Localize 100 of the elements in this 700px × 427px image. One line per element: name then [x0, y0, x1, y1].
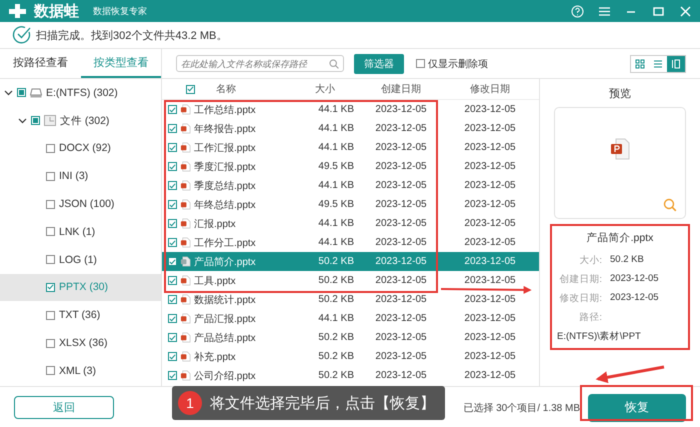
modified-date: 2023-12-05: [464, 256, 516, 267]
preview-title: 预览: [609, 87, 631, 101]
back-button[interactable]: 返回: [14, 396, 114, 419]
checkbox[interactable]: [46, 255, 55, 264]
file-row[interactable]: 年终总结.pptx 49.5 KB 2023-12-05 2023-12-05: [162, 195, 539, 214]
file-size: 44.1 KB: [318, 104, 354, 115]
modified-date: 2023-12-05: [464, 161, 516, 172]
checkbox[interactable]: [168, 105, 177, 114]
checkbox[interactable]: [168, 276, 177, 285]
modified-date: 2023-12-05: [464, 370, 516, 381]
file-row[interactable]: 工具.pptx 50.2 KB 2023-12-05 2023-12-05: [162, 271, 539, 290]
file-row[interactable]: 公司介绍.pptx 50.2 KB 2023-12-05 2023-12-05: [162, 366, 539, 385]
tree-item-label[interactable]: INI (3): [59, 170, 88, 182]
checkbox[interactable]: [168, 124, 177, 133]
checkbox[interactable]: [168, 352, 177, 361]
file-row[interactable]: 数据统计.pptx 50.2 KB 2023-12-05 2023-12-05: [162, 290, 539, 309]
caret-icon[interactable]: [4, 88, 13, 98]
file-row[interactable]: 季度总结.pptx 44.1 KB 2023-12-05 2023-12-05: [162, 176, 539, 195]
checkbox[interactable]: [17, 88, 26, 98]
checkbox[interactable]: [46, 200, 55, 209]
caret-icon[interactable]: [18, 116, 27, 126]
checkbox[interactable]: [416, 59, 425, 68]
file-name: 季度总结.pptx: [194, 180, 256, 192]
file-row[interactable]: 工作分工.pptx 44.1 KB 2023-12-05 2023-12-05: [162, 233, 539, 252]
tree-item-label[interactable]: 文件 (302): [60, 114, 110, 128]
tree-item-label[interactable]: DOCX (92): [59, 142, 111, 154]
column-header[interactable]: 大小: [315, 84, 335, 95]
checkbox[interactable]: [46, 282, 55, 292]
file-name: 补充.pptx: [194, 350, 236, 364]
file-row[interactable]: 汇报.pptx 44.1 KB 2023-12-05 2023-12-05: [162, 214, 539, 233]
field-label: 创建日期:: [558, 273, 602, 286]
checkbox[interactable]: [168, 257, 177, 266]
pptx-file-icon: [180, 218, 191, 229]
tree-item-label[interactable]: JSON (100): [59, 198, 114, 210]
checkbox[interactable]: [168, 200, 177, 209]
checkbox-label[interactable]: 仅显示删除项: [428, 56, 488, 70]
modified-date: 2023-12-05: [464, 313, 516, 324]
file-name: 工作汇报.pptx: [194, 142, 256, 154]
file-row[interactable]: 工作总结.pptx 44.1 KB 2023-12-05 2023-12-05: [162, 100, 539, 119]
checkbox[interactable]: [46, 227, 55, 236]
checkbox[interactable]: [168, 333, 177, 342]
tree-item-label[interactable]: LOG (1): [59, 254, 97, 266]
column-header[interactable]: 修改日期: [470, 84, 510, 95]
checkbox[interactable]: [46, 338, 55, 348]
file-size: 50.2 KB: [318, 370, 354, 381]
file-row[interactable]: 补充.pptx 50.2 KB 2023-12-05 2023-12-05: [162, 347, 539, 366]
view-mode-button[interactable]: [667, 56, 685, 72]
created-date: 2023-12-05: [375, 332, 427, 343]
column-header[interactable]: 名称: [216, 82, 236, 96]
file-row[interactable]: 工作汇报.pptx 44.1 KB 2023-12-05 2023-12-05: [162, 138, 539, 157]
file-row[interactable]: 产品简介.pptx 50.2 KB 2023-12-05 2023-12-05: [162, 252, 539, 271]
file-size: 50.2 KB: [318, 275, 354, 286]
close-icon[interactable]: [679, 4, 692, 18]
checkbox[interactable]: [168, 219, 177, 228]
pptx-file-icon: [180, 142, 191, 153]
file-name: 公司介绍.pptx: [194, 370, 256, 382]
checkbox[interactable]: [46, 172, 55, 181]
zoom-icon[interactable]: [663, 198, 677, 212]
tree-item-label[interactable]: E:(NTFS) (302): [46, 86, 118, 99]
pptx-file-icon: [180, 351, 191, 362]
menu-icon[interactable]: [598, 4, 611, 18]
checkbox[interactable]: [46, 144, 55, 153]
file-path: E:(NTFS)\素材\PPT: [557, 330, 642, 343]
file-size: 49.5 KB: [318, 199, 354, 210]
help-icon[interactable]: [571, 4, 584, 18]
maximize-icon[interactable]: [652, 4, 665, 18]
file-size: 50.2 KB: [318, 332, 354, 343]
view-tab[interactable]: 按路径查看: [0, 49, 80, 78]
file-row[interactable]: 年终报告.pptx 44.1 KB 2023-12-05 2023-12-05: [162, 119, 539, 138]
pptx-file-icon: [180, 256, 191, 267]
field-value: 2023-12-05: [610, 273, 659, 286]
search-field[interactable]: 在此处输入文件名称或保存路径: [176, 55, 344, 72]
file-size: 44.1 KB: [318, 313, 354, 324]
tree-item-label[interactable]: LNK (1): [59, 226, 96, 238]
tree-item-label[interactable]: TXT (36): [59, 309, 100, 322]
checkbox[interactable]: [168, 181, 177, 190]
checkbox[interactable]: [168, 238, 177, 247]
file-row[interactable]: 产品总结.pptx 50.2 KB 2023-12-05 2023-12-05: [162, 328, 539, 347]
checkbox[interactable]: [168, 162, 177, 171]
checkbox[interactable]: [168, 143, 177, 152]
checkbox[interactable]: [168, 371, 177, 380]
checkbox[interactable]: [186, 84, 195, 94]
filter-button[interactable]: 筛选器: [354, 54, 404, 74]
checkbox[interactable]: [46, 310, 55, 320]
created-date: 2023-12-05: [375, 180, 427, 191]
file-row[interactable]: 产品汇报.pptx 44.1 KB 2023-12-05 2023-12-05: [162, 309, 539, 328]
file-size: 44.1 KB: [318, 142, 354, 153]
file-row[interactable]: 季度汇报.pptx 49.5 KB 2023-12-05 2023-12-05: [162, 157, 539, 176]
created-date: 2023-12-05: [375, 256, 427, 267]
column-header[interactable]: 创建日期: [381, 84, 421, 95]
checkbox[interactable]: [168, 314, 177, 323]
view-tab[interactable]: 按类型查看: [80, 49, 161, 78]
tree-item-label[interactable]: XML (3): [59, 364, 96, 377]
recover-button[interactable]: 恢复: [588, 394, 686, 422]
checkbox[interactable]: [31, 116, 40, 126]
pptx-file-icon: [180, 237, 191, 248]
tree-item-label[interactable]: XLSX (36): [59, 337, 108, 350]
checkbox[interactable]: [168, 295, 177, 304]
pptx-file-icon: [180, 123, 191, 134]
checkbox[interactable]: [46, 366, 55, 376]
